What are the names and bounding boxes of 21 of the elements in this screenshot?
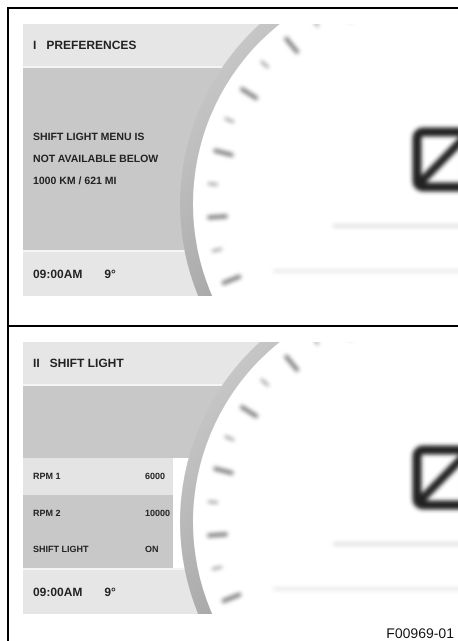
- setting-label: RPM 2: [33, 508, 62, 518]
- clock-text: 09:00AM: [33, 585, 82, 599]
- menu-title: PREFERENCES: [46, 38, 136, 52]
- setting-value: 10000: [145, 508, 170, 518]
- figure-id: F00969-01: [386, 625, 454, 641]
- message-text: NOT AVAILABLE BELOW: [33, 152, 158, 167]
- setting-value: 6000: [145, 471, 166, 482]
- menu-number: II: [33, 356, 40, 370]
- temperature-text: 9°: [104, 585, 116, 599]
- menu-number: I: [33, 38, 36, 52]
- temperature-text: 9°: [104, 267, 116, 281]
- setting-label: RPM 1: [33, 471, 62, 482]
- message-text: SHIFT LIGHT MENU IS: [33, 130, 144, 145]
- message-text: 1000 KM / 621 MI: [33, 174, 116, 189]
- menu-row[interactable]: SHIFT LIGHT ON: [23, 531, 173, 568]
- menu-title: SHIFT LIGHT: [50, 356, 124, 370]
- setting-value: ON: [145, 544, 158, 554]
- clock-text: 09:00AM: [33, 267, 82, 281]
- menu-row[interactable]: RPM 2 10000: [23, 494, 173, 532]
- menu-row[interactable]: RPM 1 6000: [23, 458, 173, 495]
- setting-label: SHIFT LIGHT: [33, 544, 90, 554]
